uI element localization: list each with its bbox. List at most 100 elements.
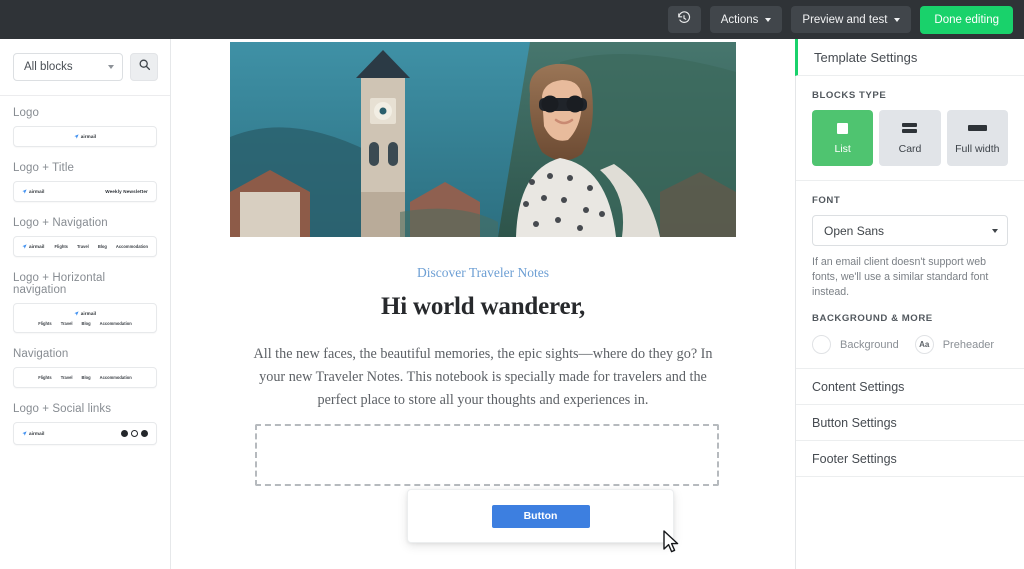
block-dropzone[interactable] xyxy=(255,424,719,486)
top-toolbar: Actions Preview and test Done editing xyxy=(0,0,1024,39)
nav-item: Travel xyxy=(60,321,73,326)
actions-button[interactable]: Actions xyxy=(709,6,783,33)
block-group-logo: Logo airmail xyxy=(13,107,157,147)
block-group-title: Logo + Navigation xyxy=(13,217,108,229)
block-card-logo[interactable]: airmail xyxy=(13,126,157,147)
preview-and-test-button[interactable]: Preview and test xyxy=(791,6,912,33)
paper-plane-icon xyxy=(74,311,79,316)
block-type-label: Full width xyxy=(955,143,1000,155)
block-card-logo-horizontal-navigation[interactable]: airmail Flights Travel Blog Accommodatio… xyxy=(13,303,157,333)
airmail-logo: airmail xyxy=(22,244,45,249)
nav-items: Flights Travel Blog Accommodation xyxy=(55,244,148,249)
paper-plane-icon xyxy=(74,134,79,139)
chevron-down-icon xyxy=(894,17,901,22)
email-kicker[interactable]: Discover Traveler Notes xyxy=(230,265,736,281)
font-select[interactable]: Open Sans xyxy=(812,215,1008,246)
done-editing-button[interactable]: Done editing xyxy=(920,5,1013,34)
nav-items: Flights Travel Blog Accommodation xyxy=(38,321,131,326)
airmail-logo: airmail xyxy=(74,134,97,139)
airmail-logo: airmail xyxy=(74,311,97,316)
paper-plane-icon xyxy=(22,431,27,436)
font-section: FONT Open Sans If an email client doesn'… xyxy=(796,181,1024,369)
facebook-icon xyxy=(121,430,128,437)
chevron-down-icon xyxy=(992,228,998,233)
nav-item: Flights xyxy=(38,321,52,326)
template-settings-header[interactable]: Template Settings xyxy=(795,39,1024,76)
hero-image[interactable] xyxy=(230,42,736,237)
search-button[interactable] xyxy=(130,53,158,81)
block-card-logo-social-links[interactable]: airmail xyxy=(13,422,157,445)
search-icon xyxy=(138,58,151,76)
nav-item: Travel xyxy=(60,375,73,380)
blocks-filter-value: All blocks xyxy=(24,61,73,73)
block-card-navigation[interactable]: Flights Travel Blog Accommodation xyxy=(13,367,157,388)
nav-item: Accommodation xyxy=(99,321,132,326)
block-type-label: Card xyxy=(898,143,922,155)
background-more-label: BACKGROUND & MORE xyxy=(812,313,933,324)
email-paragraph[interactable]: All the new faces, the beautiful memorie… xyxy=(248,343,718,412)
block-group-navigation: Navigation Flights Travel Blog Accommoda… xyxy=(13,348,157,388)
actions-label: Actions xyxy=(720,13,759,26)
history-button[interactable] xyxy=(667,6,701,33)
chevron-down-icon xyxy=(765,17,772,22)
logo-text: airmail xyxy=(29,244,45,249)
card-block-icon xyxy=(902,121,918,135)
nav-item: Blog xyxy=(97,244,107,249)
font-value: Open Sans xyxy=(824,223,885,238)
block-group-logo-social-links: Logo + Social links airmail xyxy=(13,403,157,445)
logo-text: airmail xyxy=(80,134,97,139)
email-headline[interactable]: Hi world wanderer, xyxy=(230,293,736,321)
full-width-block-icon xyxy=(967,121,987,135)
blocks-filter-select[interactable]: All blocks xyxy=(13,53,123,81)
hero-photo xyxy=(230,42,736,237)
background-label: Background xyxy=(840,338,899,351)
button-block[interactable]: Button xyxy=(491,504,590,528)
nav-item: Blog xyxy=(81,321,91,326)
preview-label: Preview and test xyxy=(802,13,888,26)
font-label: FONT xyxy=(812,195,841,206)
block-group-title: Navigation xyxy=(13,348,69,360)
font-note: If an email client doesn't support web f… xyxy=(812,256,989,298)
blocks-type-section: BLOCKS TYPE List Card Full width xyxy=(796,76,1024,181)
block-group-logo-navigation: Logo + Navigation airmail Flights Travel… xyxy=(13,217,157,257)
block-type-list[interactable]: List xyxy=(812,110,874,166)
block-type-label: List xyxy=(834,143,851,155)
dragged-block-preview[interactable]: Button xyxy=(407,489,674,543)
block-card-logo-navigation[interactable]: airmail Flights Travel Blog Accommodatio… xyxy=(13,236,157,257)
block-group-title: Logo + Social links xyxy=(13,403,112,415)
email-canvas[interactable]: Discover Traveler Notes Hi world wandere… xyxy=(171,39,795,569)
list-block-icon xyxy=(837,121,849,135)
nav-items: Flights Travel Blog Accommodation xyxy=(38,375,131,380)
block-type-full-width[interactable]: Full width xyxy=(946,110,1008,166)
nav-item: Travel xyxy=(76,244,89,249)
done-editing-label: Done editing xyxy=(934,13,999,26)
block-group-logo-title: Logo + Title airmail Weekly Newsletter xyxy=(13,162,157,202)
social-links xyxy=(121,430,148,437)
block-group-title: Logo + Horizontal navigation xyxy=(13,272,106,296)
preheader-label: Preheader xyxy=(942,338,995,351)
logo-text: airmail xyxy=(80,311,97,316)
content-settings-row[interactable]: Content Settings xyxy=(796,369,1024,405)
footer-settings-row[interactable]: Footer Settings xyxy=(796,441,1024,477)
block-group-title: Logo xyxy=(13,107,39,119)
airmail-logo: airmail xyxy=(22,431,45,436)
paper-plane-icon xyxy=(22,244,27,249)
background-more-row: Background Aa Preheader xyxy=(812,335,1008,354)
instagram-icon xyxy=(141,430,148,437)
settings-panel: Template Settings BLOCKS TYPE List Card … xyxy=(795,39,1024,569)
button-settings-row[interactable]: Button Settings xyxy=(796,405,1024,441)
email-builder-app: Actions Preview and test Done editing Al… xyxy=(0,0,1024,569)
history-revert-icon xyxy=(677,11,691,28)
nav-item: Flights xyxy=(54,244,68,249)
block-group-title: Logo + Title xyxy=(13,162,74,174)
block-type-card[interactable]: Card xyxy=(879,110,941,166)
preheader-icon[interactable]: Aa xyxy=(914,335,934,354)
nav-item: Accommodation xyxy=(99,375,132,380)
block-card-logo-title[interactable]: airmail Weekly Newsletter xyxy=(13,181,157,202)
workspace: All blocks Logo airmail Logo + Title air… xyxy=(0,39,1024,569)
chevron-down-icon xyxy=(108,65,114,69)
paper-plane-icon xyxy=(22,189,27,194)
blocks-filter-row: All blocks xyxy=(0,39,170,96)
background-color-swatch[interactable] xyxy=(812,335,831,354)
blocks-list[interactable]: Logo airmail Logo + Title airmail Weekly… xyxy=(0,96,170,569)
